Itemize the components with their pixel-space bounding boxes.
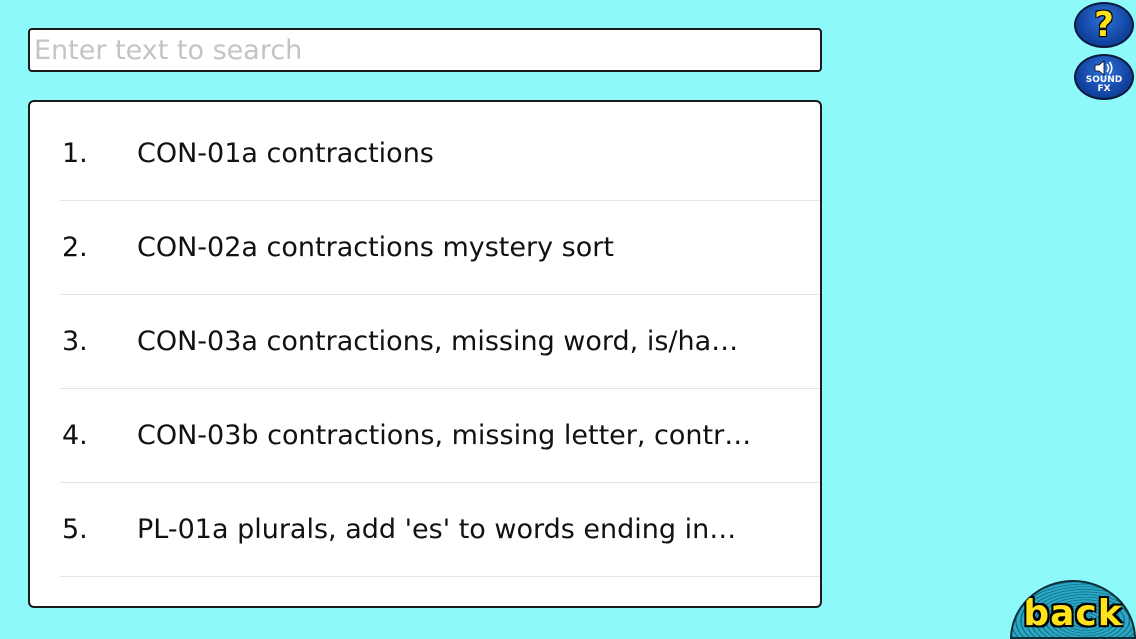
list-item-label: CON-01a contractions bbox=[137, 137, 434, 169]
list-item[interactable]: 3. CON-03a contractions, missing word, i… bbox=[60, 294, 820, 389]
list-item-number: 1. bbox=[62, 137, 88, 169]
list-item[interactable]: 1. CON-01a contractions bbox=[60, 106, 820, 201]
sound-fx-button[interactable]: SOUND FX bbox=[1074, 54, 1134, 100]
help-button[interactable]: ? bbox=[1074, 2, 1134, 48]
sound-fx-label-line2: FX bbox=[1097, 84, 1111, 94]
search-box[interactable] bbox=[28, 28, 822, 72]
back-button[interactable]: back bbox=[1010, 580, 1136, 639]
list-item[interactable]: 4. CON-03b contractions, missing letter,… bbox=[60, 388, 820, 483]
list-item-label: CON-02a contractions mystery sort bbox=[137, 231, 614, 263]
list-item[interactable]: 2. CON-02a contractions mystery sort bbox=[60, 200, 820, 295]
list-item-number: 5. bbox=[62, 513, 88, 545]
question-mark-icon: ? bbox=[1094, 5, 1114, 45]
list-item-label: CON-03b contractions, missing letter, co… bbox=[137, 419, 752, 451]
list-item[interactable]: 5. PL-01a plurals, add 'es' to words end… bbox=[60, 482, 820, 577]
activity-list: 1. CON-01a contractions 2. CON-02a contr… bbox=[28, 100, 822, 608]
speaker-icon bbox=[1094, 60, 1113, 76]
list-item-label: PL-01a plurals, add 'es' to words ending… bbox=[137, 513, 737, 545]
back-label: back bbox=[1023, 593, 1123, 634]
list-item-number: 3. bbox=[62, 325, 88, 357]
search-input[interactable] bbox=[30, 30, 820, 70]
list-item-number: 2. bbox=[62, 231, 88, 263]
list-item-number: 4. bbox=[62, 419, 88, 451]
list-item-label: CON-03a contractions, missing word, is/h… bbox=[137, 325, 739, 357]
